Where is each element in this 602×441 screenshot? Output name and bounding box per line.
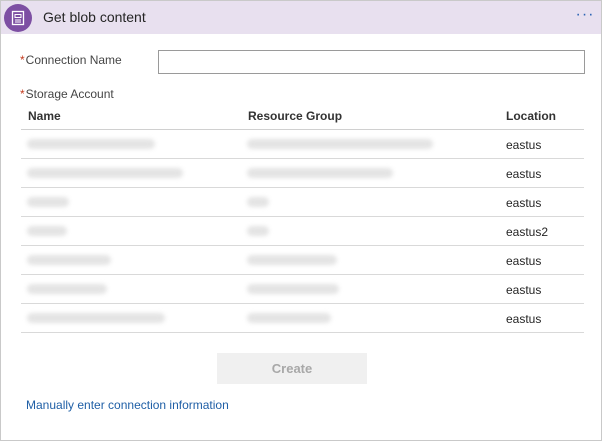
storage-account-table: Name Resource Group Location eastus east… [21, 102, 584, 333]
blurred-resource-group-cell [247, 139, 433, 149]
table-row[interactable]: eastus2 [21, 217, 584, 246]
manual-connection-link[interactable]: Manually enter connection information [26, 398, 229, 412]
card-header[interactable]: Get blob content ··· [1, 1, 601, 34]
location-cell: eastus [506, 167, 542, 181]
location-cell: eastus [506, 312, 542, 326]
table-row[interactable]: eastus [21, 159, 584, 188]
more-options-button[interactable]: ··· [573, 6, 597, 28]
column-header-location: Location [506, 109, 556, 123]
location-cell: eastus [506, 196, 542, 210]
blurred-name-cell [27, 168, 183, 178]
blurred-resource-group-cell [247, 255, 337, 265]
connection-name-label: *Connection Name [20, 53, 122, 67]
required-marker: * [20, 53, 25, 67]
action-card: Get blob content ··· *Connection Name *S… [0, 0, 602, 441]
card-title: Get blob content [43, 9, 146, 25]
location-cell: eastus [506, 138, 542, 152]
blurred-name-cell [27, 313, 165, 323]
blurred-resource-group-cell [247, 197, 269, 207]
column-header-name: Name [28, 109, 61, 123]
table-row[interactable]: eastus [21, 246, 584, 275]
blurred-resource-group-cell [247, 284, 339, 294]
blurred-name-cell [27, 139, 155, 149]
storage-account-label-text: Storage Account [25, 87, 114, 101]
location-cell: eastus [506, 254, 542, 268]
blurred-resource-group-cell [247, 226, 269, 236]
table-header: Name Resource Group Location [21, 102, 584, 130]
table-row[interactable]: eastus [21, 304, 584, 333]
connection-name-input[interactable] [158, 50, 585, 74]
blurred-name-cell [27, 255, 111, 265]
location-cell: eastus2 [506, 225, 549, 239]
blurred-name-cell [27, 226, 67, 236]
blurred-resource-group-cell [247, 313, 331, 323]
location-cell: eastus [506, 283, 542, 297]
blurred-resource-group-cell [247, 168, 393, 178]
table-row[interactable]: eastus [21, 275, 584, 304]
column-header-resource-group: Resource Group [248, 109, 343, 123]
blurred-name-cell [27, 284, 107, 294]
connection-name-label-text: Connection Name [25, 53, 122, 67]
blurred-name-cell [27, 197, 69, 207]
table-row[interactable]: eastus [21, 130, 584, 159]
create-button[interactable]: Create [217, 353, 367, 384]
storage-account-label: *Storage Account [20, 87, 114, 101]
table-row[interactable]: eastus [21, 188, 584, 217]
storage-blob-icon [4, 4, 32, 32]
required-marker: * [20, 87, 25, 101]
